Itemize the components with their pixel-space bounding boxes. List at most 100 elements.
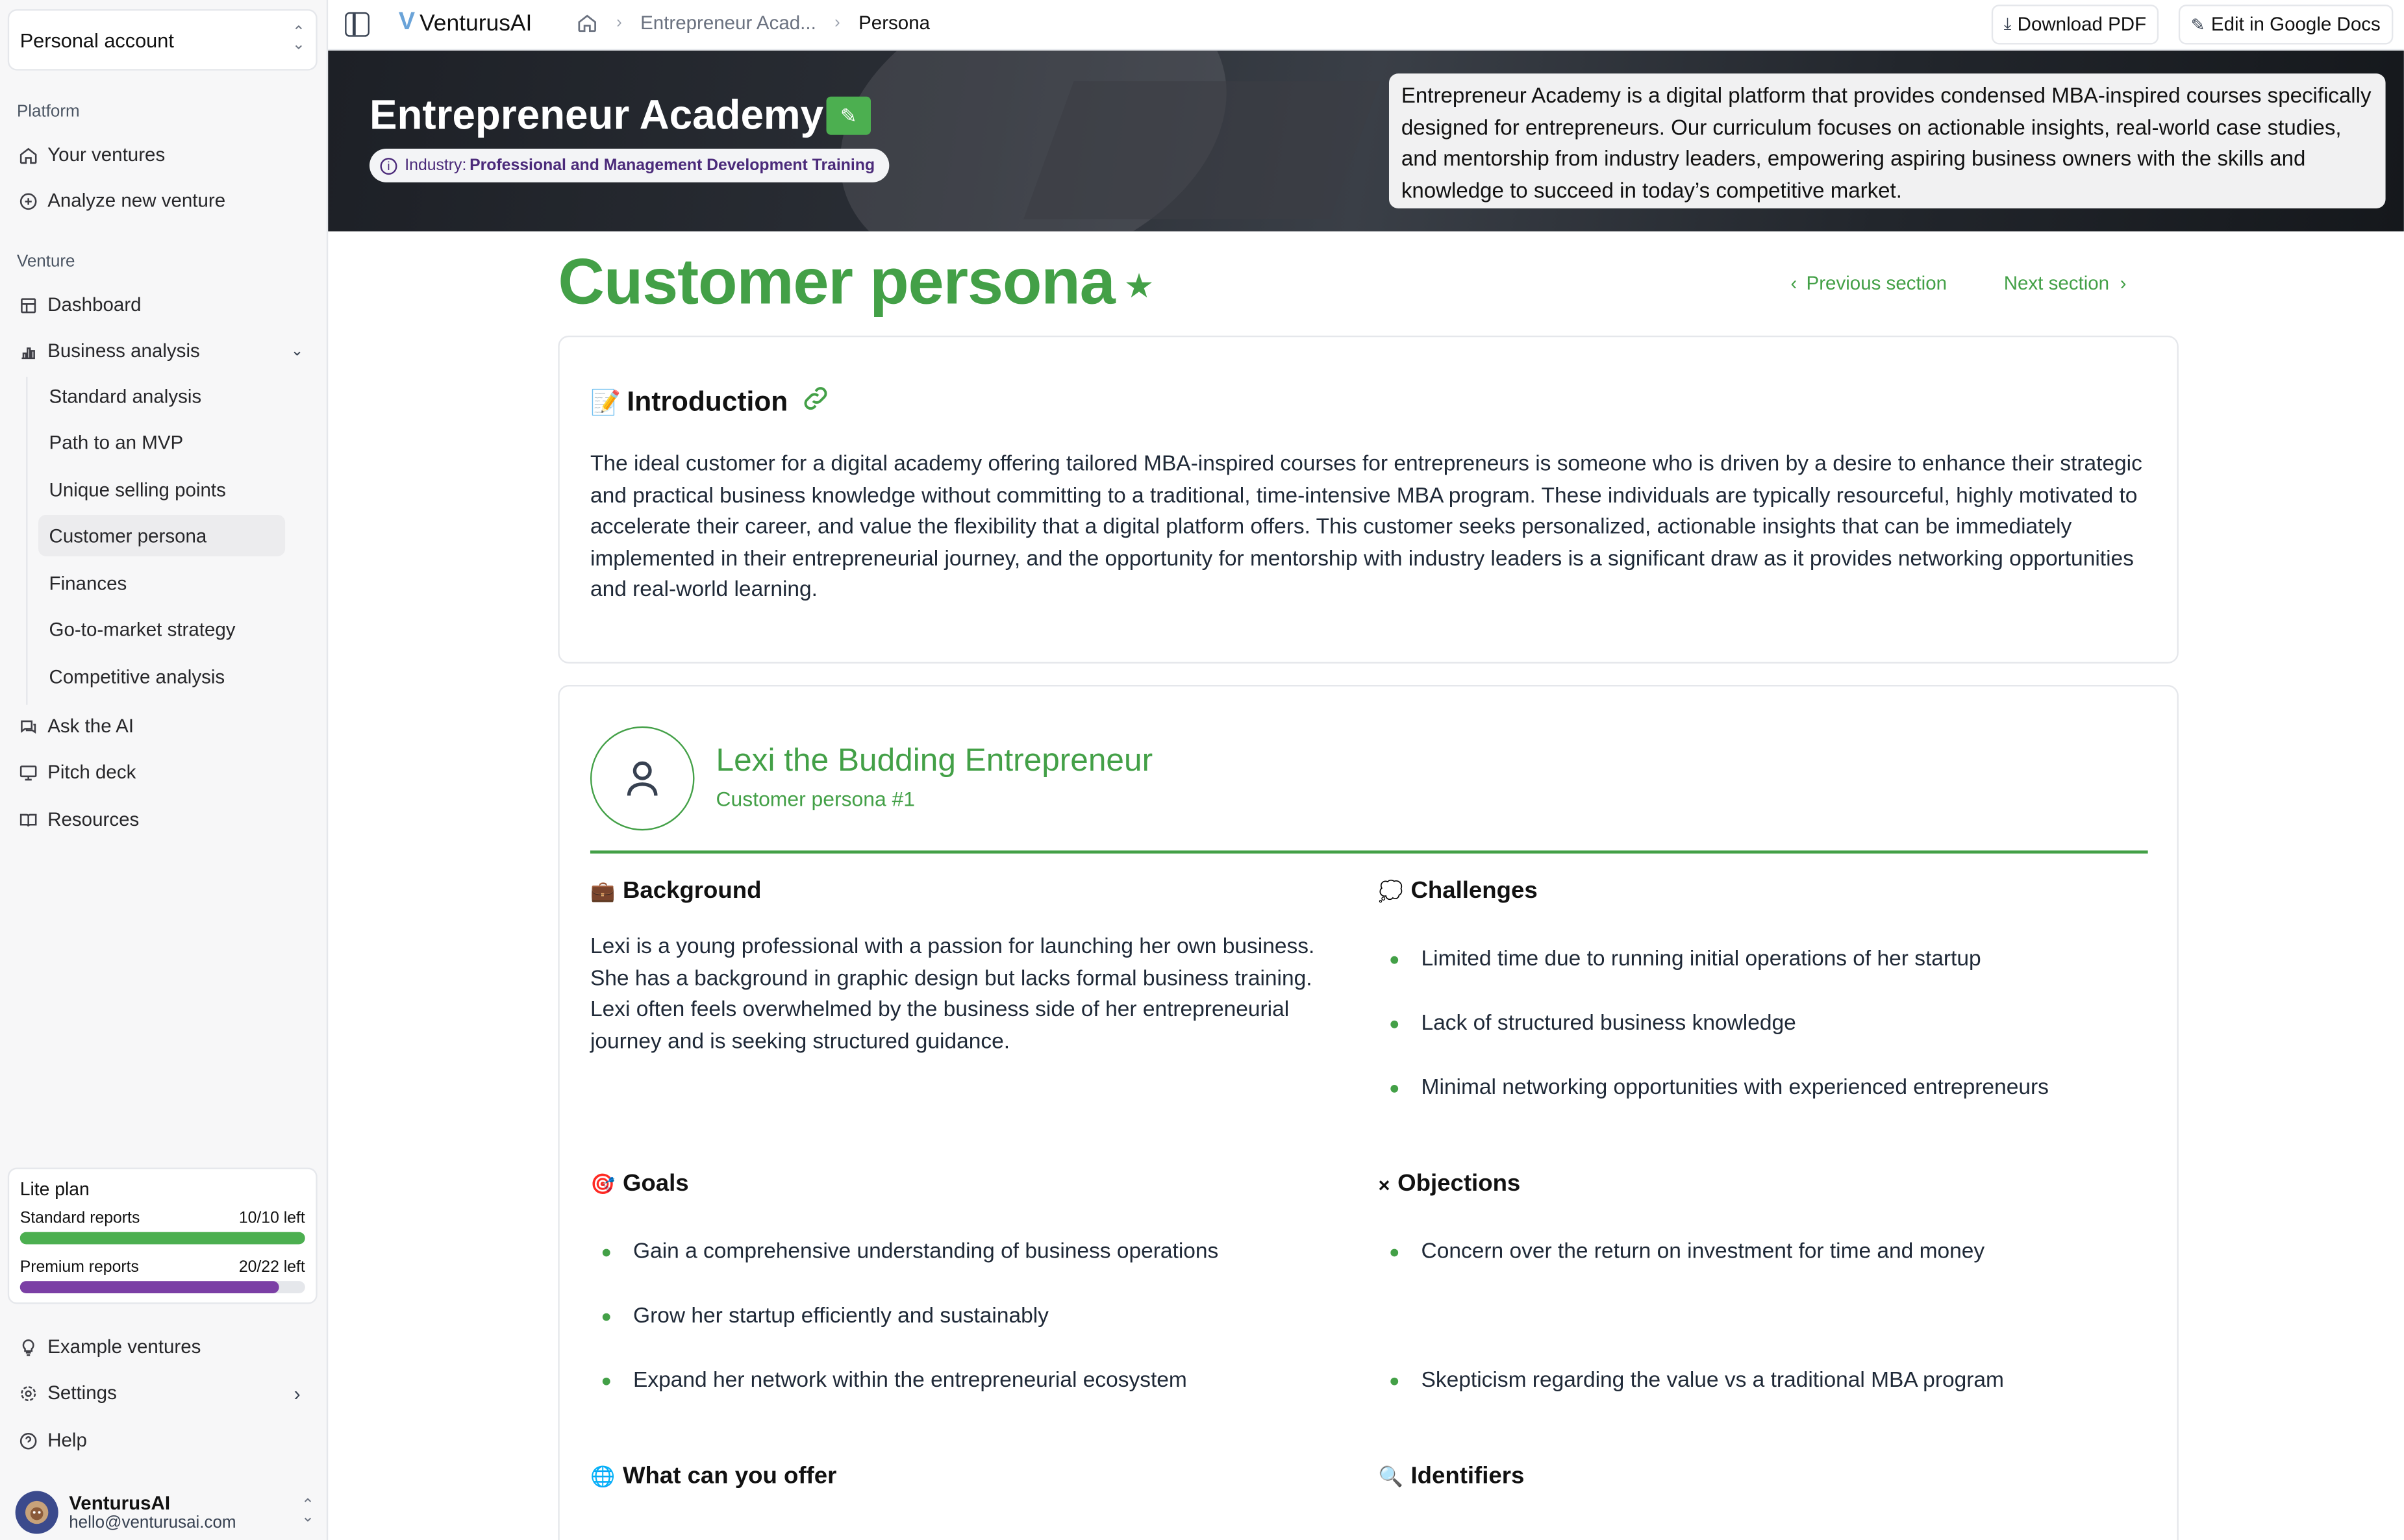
user-name: VenturusAI — [69, 1492, 171, 1514]
top-bar: V VenturusAI › Entrepreneur Acad... › Pe… — [328, 0, 2404, 51]
sidebar-item-label: Competitive analysis — [49, 665, 225, 688]
edit-google-docs-label: Edit in Google Docs — [2210, 14, 2381, 36]
sidebar-item-business-analysis[interactable]: Business analysis ⌄ — [8, 331, 318, 371]
next-section-link[interactable]: Next section › — [2004, 273, 2127, 294]
user-menu[interactable]: VenturusAI hello@venturusai.com ⌃ ⌄ — [15, 1489, 314, 1535]
introduction-card: 📝 Introduction The ideal customer for a … — [558, 335, 2179, 664]
globe-icon: 🌐 — [590, 1465, 616, 1488]
chevron-left-icon: ‹ — [1790, 273, 1797, 295]
sidebar-subitem-go-to-market[interactable]: Go-to-market strategy — [38, 608, 285, 650]
sidebar-subitem-customer-persona[interactable]: Customer persona — [38, 515, 286, 556]
sidebar-item-pitch-deck[interactable]: Pitch deck — [8, 752, 318, 792]
standard-reports-count: 10/10 left — [238, 1209, 305, 1228]
list-item: Expand her network within the entreprene… — [590, 1369, 1187, 1393]
home-icon[interactable] — [577, 12, 598, 34]
sidebar-subitem-competitive-analysis[interactable]: Competitive analysis — [38, 656, 285, 697]
identifiers-heading-text: Identifiers — [1410, 1463, 1525, 1490]
sidebar-item-label: Finances — [49, 572, 127, 594]
download-pdf-label: Download PDF — [2017, 14, 2147, 36]
page-title-text: Customer persona — [558, 245, 1115, 317]
sidebar-item-label: Resources — [47, 809, 140, 831]
chevron-right-icon: › — [834, 14, 840, 32]
breadcrumb-current: Persona — [858, 12, 931, 34]
sidebar-item-label: Example ventures — [47, 1336, 201, 1358]
magnifier-icon: 🔍 — [1378, 1465, 1403, 1488]
standard-reports-label: Standard reports — [19, 1209, 140, 1228]
edit-title-button[interactable]: ✎ — [826, 96, 871, 135]
account-switcher[interactable]: Personal account ⌃ ⌄ — [7, 9, 318, 71]
sidebar-item-label: Go-to-market strategy — [49, 618, 236, 640]
goals-heading-text: Goals — [622, 1171, 689, 1197]
plan-usage-card: Lite plan Standard reports 10/10 left Pr… — [7, 1167, 318, 1304]
page-title: Customer persona ★ — [558, 245, 1155, 319]
sidebar-item-analyze-new-venture[interactable]: Analyze new venture — [8, 181, 318, 221]
plus-circle-icon — [17, 190, 38, 212]
sidebar-item-help[interactable]: Help — [8, 1421, 318, 1460]
list-item: Minimal networking opportunities with ex… — [1378, 1076, 2049, 1100]
list-item: Limited time due to running initial oper… — [1378, 947, 1981, 972]
section-label-platform: Platform — [16, 103, 80, 121]
sidebar-subitem-standard-analysis[interactable]: Standard analysis — [38, 375, 285, 417]
offer-heading-text: What can you offer — [622, 1463, 837, 1490]
sidebar-item-label: Analyze new venture — [47, 190, 226, 212]
sidebar-item-label: Standard analysis — [49, 385, 202, 407]
identifiers-heading: 🔍 Identifiers — [1378, 1463, 1524, 1491]
sidebar-subitem-path-to-mvp[interactable]: Path to an MVP — [38, 421, 285, 463]
sidebar-item-ask-the-ai[interactable]: Ask the AI — [8, 706, 318, 746]
download-pdf-button[interactable]: ⤓ Download PDF — [1991, 5, 2159, 45]
persona-name: Lexi the Budding Entrepreneur — [716, 743, 1153, 778]
account-label: Personal account — [19, 28, 174, 52]
sidebar-item-label: Your ventures — [47, 143, 166, 166]
toggle-sidebar-icon[interactable] — [345, 12, 369, 37]
list-item: Grow her startup efficiently and sustain… — [590, 1304, 1049, 1329]
dashboard-icon — [17, 294, 38, 316]
sidebar-item-label: Settings — [47, 1382, 117, 1404]
background-text: Lexi is a young professional with a pass… — [590, 934, 1315, 1054]
sidebar-subitem-unique-selling-points[interactable]: Unique selling points — [38, 469, 285, 510]
sidebar-item-example-ventures[interactable]: Example ventures — [8, 1327, 318, 1367]
venture-banner: Entrepreneur Academy ✎ i Industry: Profe… — [328, 50, 2404, 232]
list-item: Concern over the return on investment fo… — [1378, 1239, 1985, 1264]
premium-reports-label: Premium reports — [19, 1258, 139, 1277]
home-icon — [17, 144, 38, 166]
sidebar-item-label: Dashboard — [47, 294, 142, 316]
info-icon: i — [380, 156, 397, 174]
logo-mark-icon: V — [398, 9, 416, 36]
chevron-right-icon: › — [616, 14, 622, 32]
sidebar-item-settings[interactable]: Settings › — [8, 1373, 318, 1413]
brand-logo[interactable]: V VenturusAI — [399, 9, 532, 36]
persona-subtitle: Customer persona #1 — [716, 788, 916, 811]
download-icon: ⤓ — [2003, 14, 2012, 33]
challenges-heading-text: Challenges — [1410, 878, 1538, 904]
sidebar-item-resources[interactable]: Resources — [8, 800, 318, 839]
target-icon: 🎯 — [590, 1172, 616, 1195]
pencil-icon: ✎ — [2190, 16, 2205, 35]
link-icon[interactable] — [800, 383, 831, 421]
industry-badge: i Industry: Professional and Management … — [369, 148, 889, 182]
submenu-divider — [26, 377, 28, 705]
objections-heading: × Objections — [1378, 1171, 1520, 1198]
sidebar-item-label: Help — [47, 1430, 87, 1452]
chevron-right-icon: › — [294, 1381, 301, 1405]
sidebar-item-your-ventures[interactable]: Your ventures — [8, 135, 318, 175]
pencil-icon: ✎ — [840, 103, 857, 127]
sidebar-subitem-finances[interactable]: Finances — [38, 562, 285, 604]
chevrons-up-down-icon: ⌃ ⌄ — [292, 24, 305, 54]
list-item: Gain a comprehensive understanding of bu… — [590, 1239, 1218, 1264]
introduction-text: The ideal customer for a digital academy… — [590, 452, 2142, 602]
previous-section-link[interactable]: ‹ Previous section — [1791, 273, 1947, 294]
sidebar-item-dashboard[interactable]: Dashboard — [8, 285, 318, 325]
bulb-icon — [17, 1336, 38, 1358]
star-icon[interactable]: ★ — [1124, 266, 1155, 304]
breadcrumb: › Entrepreneur Acad... › Persona — [577, 12, 930, 34]
chevrons-up-down-icon: ⌃ ⌄ — [301, 1497, 314, 1526]
industry-label: Industry: — [405, 156, 467, 175]
banner-background-image — [1023, 81, 1381, 219]
goals-heading: 🎯 Goals — [590, 1171, 689, 1198]
persona-avatar — [590, 726, 695, 831]
industry-value: Professional and Management Development … — [470, 156, 875, 175]
breadcrumb-venture[interactable]: Entrepreneur Acad... — [640, 12, 816, 34]
user-icon — [627, 761, 658, 796]
edit-google-docs-button[interactable]: ✎ Edit in Google Docs — [2178, 5, 2393, 45]
venture-description: Entrepreneur Academy is a digital platfo… — [1388, 73, 2386, 208]
